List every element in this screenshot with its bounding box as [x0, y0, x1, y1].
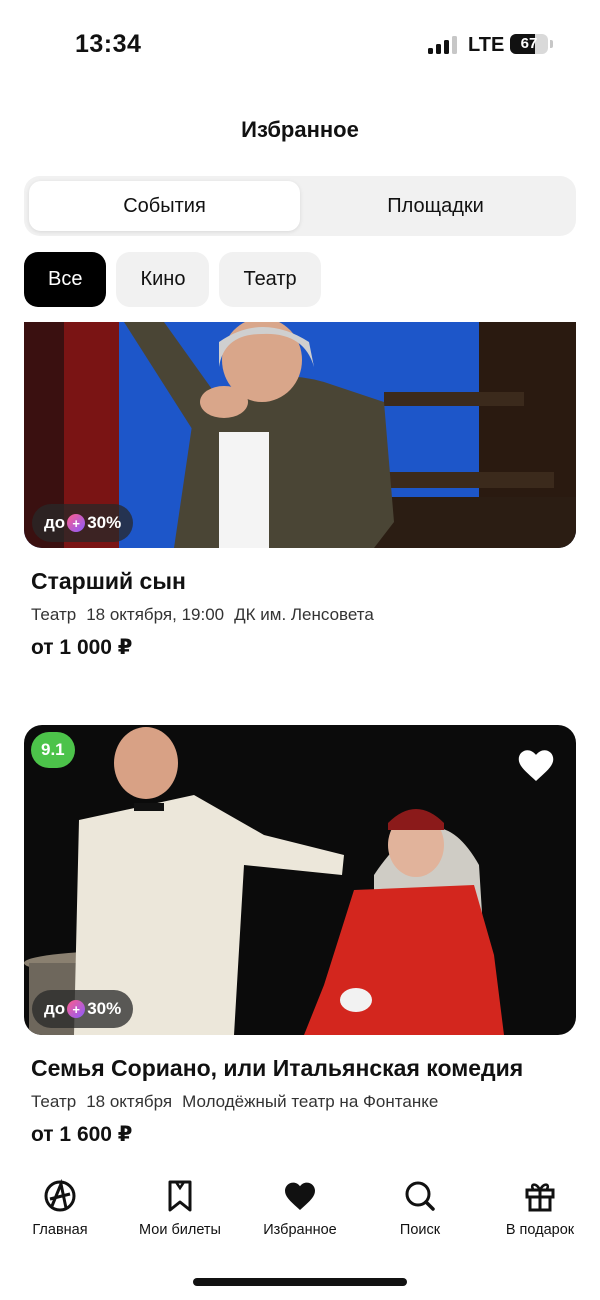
- filter-chip-cinema[interactable]: Кино: [116, 252, 210, 307]
- tab-my-tickets[interactable]: Мои билеты: [120, 1170, 240, 1240]
- event-price: от 1 000 ₽: [31, 636, 133, 659]
- event-meta: Театр 18 октября, 19:00 ДК им. Ленсовета: [24, 605, 576, 625]
- tab-gift[interactable]: В подарок: [480, 1170, 600, 1240]
- tab-search[interactable]: Поиск: [360, 1170, 480, 1240]
- event-photo: [24, 725, 576, 1035]
- event-title[interactable]: Старший сын: [24, 568, 576, 595]
- status-time: 13:34: [75, 30, 142, 58]
- network-type: LTE: [468, 34, 505, 56]
- plus-icon: +: [67, 1000, 86, 1018]
- discount-prefix: до: [44, 999, 66, 1018]
- home-logo-icon: [44, 1178, 76, 1212]
- event-venue: Молодёжный театр на Фонтанке: [182, 1092, 439, 1111]
- bottom-tab-bar: Главная Мои билеты Избранное Поиск В под…: [0, 1170, 600, 1240]
- battery-icon: 67: [510, 34, 548, 54]
- rating-badge: 9.1: [31, 732, 75, 768]
- segment-events[interactable]: События: [29, 181, 300, 231]
- favorite-button[interactable]: [518, 749, 554, 783]
- event-venue: ДК им. Ленсовета: [234, 605, 374, 624]
- tab-label: Поиск: [399, 1222, 441, 1238]
- filter-chip-all[interactable]: Все: [24, 252, 107, 307]
- search-icon: [405, 1181, 435, 1211]
- discount-value: 30%: [87, 513, 122, 532]
- filter-chip-theatre[interactable]: Театр: [219, 252, 321, 307]
- battery-tip: [550, 40, 553, 48]
- cellular-signal-icon: [428, 34, 458, 54]
- event-title[interactable]: Семья Сориано, или Итальянская комедия: [24, 1055, 576, 1082]
- event-image[interactable]: 9.1 до + 30%: [24, 725, 576, 1035]
- event-category: Театр: [31, 1092, 77, 1111]
- filter-chips: Все Кино Театр: [24, 252, 321, 307]
- page-title: Избранное: [241, 117, 359, 142]
- event-date: 18 октября, 19:00: [86, 605, 225, 624]
- event-date: 18 октября: [86, 1092, 173, 1111]
- discount-badge: до + 30%: [32, 504, 134, 542]
- tab-favorites[interactable]: Избранное: [240, 1170, 360, 1240]
- tab-label: Главная: [32, 1222, 88, 1238]
- segmented-control: События Площадки: [24, 176, 576, 236]
- event-card[interactable]: до + 30% Старший сын Театр 18 октября, 1…: [24, 322, 576, 660]
- event-category: Театр: [31, 605, 77, 624]
- segment-venues[interactable]: Площадки: [300, 181, 571, 231]
- status-bar: 13:34 LTE 67: [0, 0, 600, 90]
- tab-label: Избранное: [263, 1222, 337, 1238]
- gift-icon: [525, 1183, 555, 1212]
- tab-label: Мои билеты: [139, 1222, 221, 1238]
- tab-label: В подарок: [505, 1222, 575, 1238]
- discount-prefix: до: [44, 513, 66, 532]
- tab-home[interactable]: Главная: [0, 1170, 120, 1240]
- heart-icon: [518, 750, 554, 781]
- discount-badge: до + 30%: [32, 990, 134, 1028]
- plus-icon: +: [67, 514, 86, 532]
- heart-icon: [285, 1182, 315, 1210]
- event-price: от 1 600 ₽: [31, 1123, 133, 1146]
- event-card[interactable]: 9.1 до + 30% Семья Сориано, или Итальянс…: [24, 725, 576, 1147]
- home-indicator[interactable]: [193, 1278, 407, 1286]
- event-image[interactable]: до + 30%: [24, 322, 576, 548]
- discount-value: 30%: [87, 999, 122, 1018]
- battery-level: 67: [520, 35, 538, 52]
- event-meta: Театр 18 октября Молодёжный театр на Фон…: [24, 1092, 576, 1112]
- ticket-bookmark-icon: [168, 1180, 192, 1212]
